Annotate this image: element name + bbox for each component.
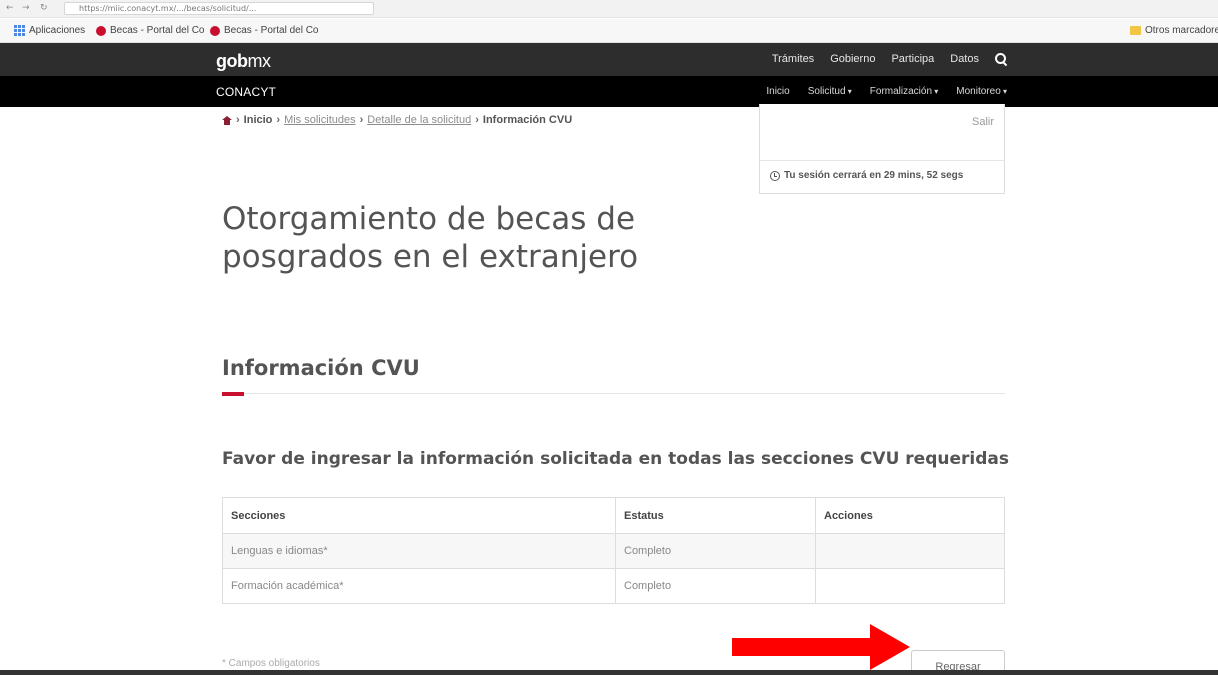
- breadcrumb-separator: ›: [276, 114, 281, 126]
- gob-nav: Trámites Gobierno Participa Datos: [772, 53, 1007, 65]
- breadcrumb-detalle[interactable]: Detalle de la solicitud: [367, 114, 471, 126]
- breadcrumb-separator: ›: [359, 114, 364, 126]
- nav-tramites[interactable]: Trámites: [772, 53, 814, 65]
- nav-inicio[interactable]: Inicio: [766, 86, 789, 97]
- header-estatus: Estatus: [615, 497, 816, 534]
- bookmark-label: Becas - Portal del Co: [110, 25, 205, 36]
- gob-logo[interactable]: gobmx: [216, 51, 271, 72]
- bookmark-apps[interactable]: Aplicaciones: [14, 25, 85, 36]
- reload-icon[interactable]: ↻: [40, 3, 48, 13]
- header-acciones: Acciones: [815, 497, 1005, 534]
- nav-solicitud-label: Solicitud: [807, 86, 846, 97]
- logo-gob-text: gob: [216, 51, 248, 71]
- logout-link[interactable]: Salir: [972, 116, 994, 128]
- bottom-strip: [0, 670, 1218, 675]
- required-fields-note: * Campos obligatorios: [222, 658, 320, 669]
- table-header-row: Secciones Estatus Acciones: [222, 497, 1005, 534]
- page-title: Otorgamiento de becas de posgrados en el…: [222, 201, 639, 275]
- bookmark-label: Aplicaciones: [29, 25, 86, 36]
- section-accent-bar: [222, 392, 244, 396]
- breadcrumb: › Inicio › Mis solicitudes › Detalle de …: [222, 114, 572, 126]
- folder-icon: [1130, 26, 1141, 35]
- bookmark-label: Otros marcadores: [1145, 25, 1218, 36]
- address-bar[interactable]: https://miic.conacyt.mx/.../becas/solici…: [64, 2, 374, 15]
- breadcrumb-mis-solicitudes[interactable]: Mis solicitudes: [284, 114, 356, 126]
- search-icon[interactable]: [995, 53, 1007, 65]
- section-title: Información CVU: [222, 356, 420, 380]
- home-icon[interactable]: [222, 115, 232, 125]
- header-secciones: Secciones: [222, 497, 616, 534]
- nav-monitoreo-dropdown[interactable]: Monitoreo: [956, 86, 1007, 97]
- cvu-sections-table: Secciones Estatus Acciones Lenguas e idi…: [222, 497, 1005, 604]
- nav-solicitud-dropdown[interactable]: Solicitud: [808, 86, 852, 97]
- gob-header: gobmx Trámites Gobierno Participa Datos: [0, 43, 1218, 76]
- logo-mx-text: mx: [247, 51, 272, 71]
- bookmark-label: Becas - Portal del Co: [224, 25, 319, 36]
- nav-formalizacion-label: Formalización: [869, 86, 933, 97]
- red-arrow-annotation: [732, 624, 910, 670]
- session-panel: Salir Tu sesión cerrará en 29 mins, 52 s…: [759, 104, 1005, 194]
- cell-status: Completo: [615, 568, 816, 604]
- cell-status: Completo: [615, 533, 816, 569]
- arrow-shaft: [732, 638, 872, 656]
- apps-icon: [14, 25, 25, 36]
- nav-gobierno[interactable]: Gobierno: [830, 53, 875, 65]
- bookmark-other[interactable]: Otros marcadores: [1130, 25, 1218, 36]
- nav-formalizacion-dropdown[interactable]: Formalización: [870, 86, 939, 97]
- bookmark-becas-2[interactable]: Becas - Portal del Co: [210, 25, 319, 36]
- cell-section: Lenguas e idiomas*: [222, 533, 616, 569]
- conacyt-favicon-icon: [210, 25, 220, 36]
- cell-section: Formación académica*: [222, 568, 616, 604]
- bookmarks-bar: Aplicaciones Becas - Portal del Co Becas…: [0, 19, 1218, 43]
- nav-monitoreo-label: Monitoreo: [956, 86, 1001, 97]
- breadcrumb-current: Información CVU: [482, 114, 573, 126]
- session-timer: Tu sesión cerrará en 29 mins, 52 segs: [770, 170, 963, 181]
- clock-icon: [770, 170, 780, 181]
- bookmark-becas-1[interactable]: Becas - Portal del Co: [96, 25, 205, 36]
- conacyt-title[interactable]: CONACYT: [216, 85, 276, 99]
- section-divider: [222, 393, 1005, 394]
- nav-datos[interactable]: Datos: [950, 53, 979, 65]
- instructions-text: Favor de ingresar la información solicit…: [222, 449, 1009, 469]
- cell-actions: [815, 568, 1005, 604]
- breadcrumb-separator: ›: [236, 114, 240, 126]
- breadcrumb-separator: ›: [475, 114, 479, 126]
- conacyt-header: CONACYT Inicio Solicitud Formalización M…: [0, 76, 1218, 107]
- back-icon[interactable]: ←: [6, 3, 14, 13]
- divider: [760, 160, 1004, 161]
- session-timer-text: Tu sesión cerrará en 29 mins, 52 segs: [784, 170, 964, 181]
- cell-actions: [815, 533, 1005, 569]
- nav-participa[interactable]: Participa: [891, 53, 934, 65]
- conacyt-nav: Inicio Solicitud Formalización Monitoreo: [766, 86, 1007, 97]
- conacyt-favicon-icon: [96, 25, 106, 36]
- table-row: Lenguas e idiomas* Completo: [222, 533, 1005, 569]
- breadcrumb-inicio[interactable]: Inicio: [244, 114, 273, 126]
- forward-icon[interactable]: →: [22, 3, 30, 13]
- table-row: Formación académica* Completo: [222, 568, 1005, 604]
- arrow-head: [870, 624, 910, 670]
- browser-toolbar: ← → ↻ https://miic.conacyt.mx/.../becas/…: [0, 0, 1218, 18]
